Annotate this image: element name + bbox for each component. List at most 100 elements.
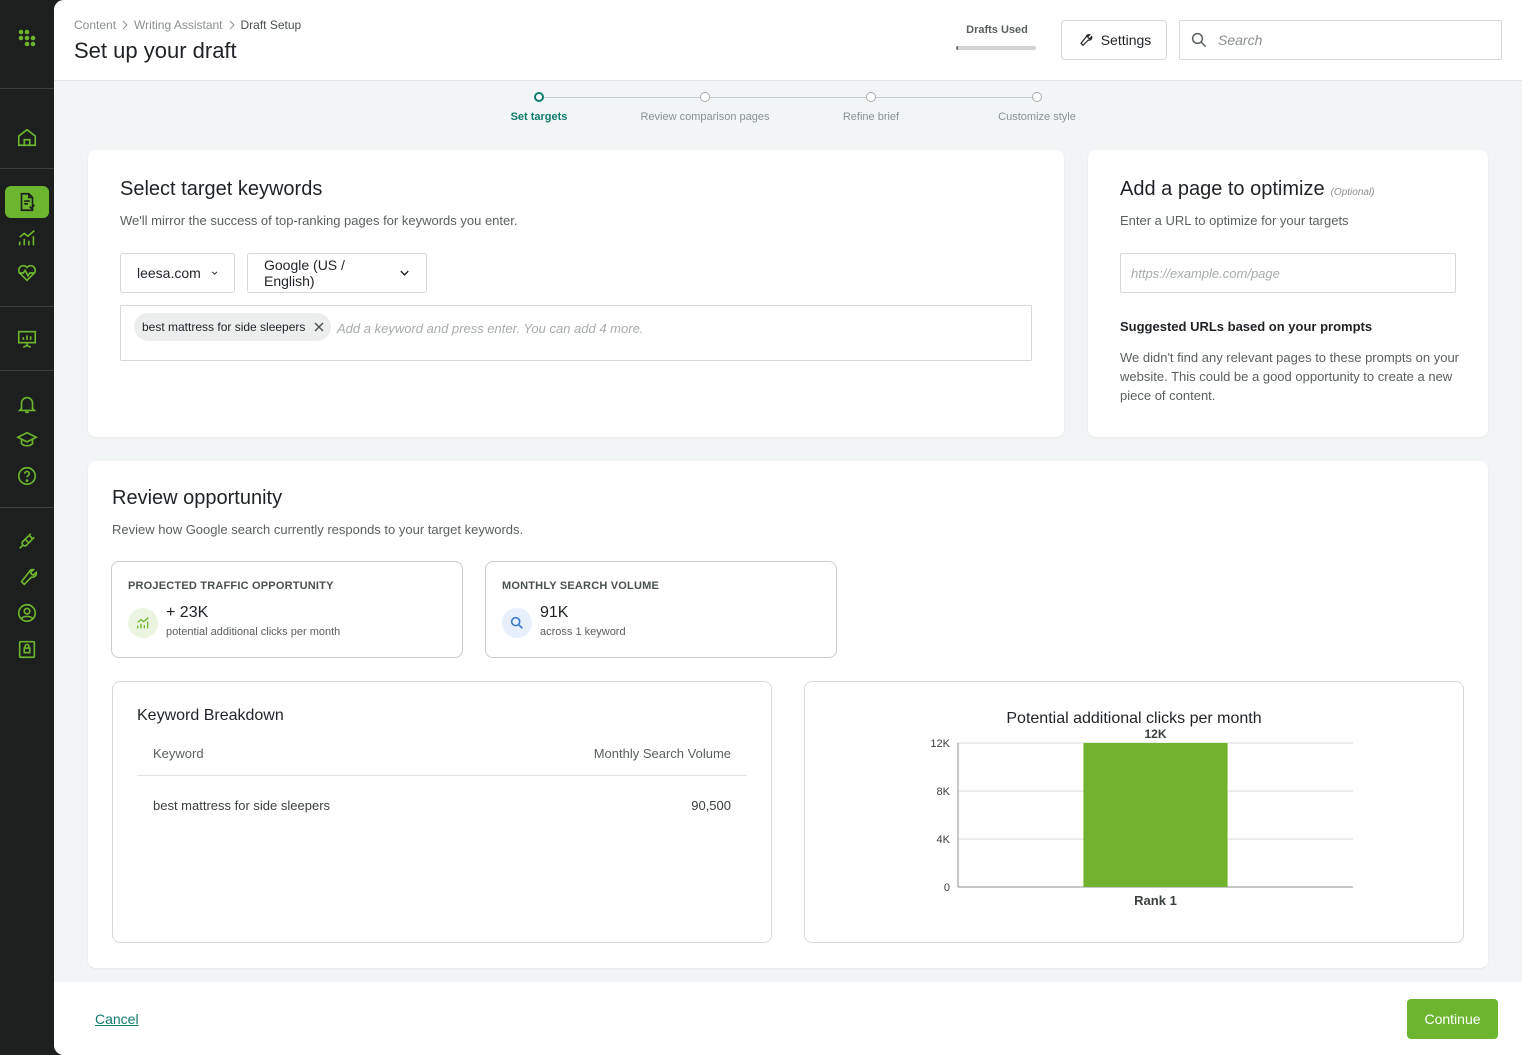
y-tick-label: 0 <box>944 882 950 894</box>
search-input[interactable] <box>1218 32 1488 48</box>
breadcrumb-item-draft-setup: Draft Setup <box>240 18 302 32</box>
wrench-icon <box>20 568 38 586</box>
sidebar-item-security[interactable] <box>5 633 49 665</box>
suggested-urls-title: Suggested URLs based on your prompts <box>1120 319 1373 334</box>
chevron-down-icon <box>400 270 409 276</box>
keyword-input-placeholder[interactable]: Add a keyword and press enter. You can a… <box>337 321 643 336</box>
search-volume-metric: MONTHLY SEARCH VOLUME 91K across 1 keywo… <box>485 561 837 658</box>
step-set-targets[interactable]: Set targets <box>459 92 619 123</box>
optional-label: (Optional) <box>1330 187 1375 198</box>
traffic-chart-icon <box>137 617 149 629</box>
graduation-cap-icon <box>16 431 38 447</box>
y-tick-label: 12K <box>930 738 950 750</box>
clicks-bar-chart: Potential additional clicks per month 0 4… <box>930 710 1353 908</box>
settings-button[interactable]: Settings <box>1061 20 1167 60</box>
search-box[interactable] <box>1179 20 1502 60</box>
page-header: Content Writing Assistant Draft Setup Se… <box>54 0 1522 81</box>
row-volume: 90,500 <box>691 798 731 813</box>
sidebar-item-integrations[interactable] <box>5 525 49 557</box>
chart-bar[interactable] <box>1083 743 1228 887</box>
step-label: Review comparison pages <box>640 111 770 123</box>
search-icon <box>510 616 523 629</box>
wrench-icon <box>1079 33 1093 47</box>
url-input[interactable] <box>1120 253 1456 293</box>
drafts-used-meter: Drafts Used <box>956 24 1038 50</box>
heart-pulse-icon <box>17 264 37 282</box>
review-opportunity-card: Review opportunity Review how Google sea… <box>88 461 1488 968</box>
sidebar-item-academy[interactable] <box>5 424 49 456</box>
drafts-used-bar <box>956 46 1036 50</box>
step-dot <box>866 92 876 102</box>
keyword-chip: best mattress for side sleepers <box>134 313 332 341</box>
step-customize-style[interactable]: Customize style <box>957 92 1117 123</box>
app-logo-icon[interactable] <box>17 28 37 48</box>
metric-label: MONTHLY SEARCH VOLUME <box>502 580 659 592</box>
page-footer: Cancel Continue <box>54 982 1522 1055</box>
continue-button[interactable]: Continue <box>1407 999 1498 1039</box>
presentation-chart-icon <box>17 330 37 348</box>
user-circle-icon <box>17 603 37 623</box>
optimize-card-heading: Add a page to optimize (Optional) <box>1120 178 1375 201</box>
metric-icon-wrap <box>128 608 158 638</box>
domain-value: leesa.com <box>137 265 201 281</box>
chevron-right-icon <box>122 20 128 30</box>
drafts-used-label: Drafts Used <box>966 24 1028 36</box>
row-keyword: best mattress for side sleepers <box>153 798 331 813</box>
keyword-chip-label: best mattress for side sleepers <box>142 320 306 334</box>
sidebar-item-reports[interactable] <box>5 323 49 355</box>
bar-trend-icon <box>18 230 35 246</box>
breadcrumb-item-content[interactable]: Content <box>74 18 116 32</box>
step-dot <box>1032 92 1042 102</box>
sidebar-item-account[interactable] <box>5 597 49 629</box>
keyword-input-box[interactable]: best mattress for side sleepers Add a ke… <box>120 305 1032 361</box>
step-dot <box>534 92 544 102</box>
main-panel: Content Writing Assistant Draft Setup Se… <box>54 0 1522 1055</box>
column-header-keyword[interactable]: Keyword <box>153 746 204 761</box>
sidebar-item-tools[interactable] <box>5 561 49 593</box>
bar-data-label: 12K <box>1144 727 1166 741</box>
traffic-opportunity-metric: PROJECTED TRAFFIC OPPORTUNITY + 23K pote… <box>111 561 463 658</box>
page-title: Set up your draft <box>74 38 237 63</box>
lock-icon <box>18 640 36 659</box>
page-optimize-card: Add a page to optimize (Optional) Enter … <box>1088 150 1488 437</box>
cancel-button[interactable]: Cancel <box>95 1011 139 1027</box>
sidebar-item-content[interactable] <box>5 186 49 218</box>
chart-title: Potential additional clicks per month <box>1006 710 1261 727</box>
search-engine-dropdown[interactable]: Google (US / English) <box>247 253 427 293</box>
help-circle-icon <box>17 466 37 486</box>
sidebar-item-notifications[interactable] <box>5 388 49 420</box>
document-edit-icon <box>20 192 35 212</box>
metric-description: across 1 keyword <box>540 626 626 638</box>
keywords-card-title: Select target keywords <box>120 178 323 200</box>
sidebar-item-health[interactable] <box>5 257 49 289</box>
search-engine-value: Google (US / English) <box>264 257 345 289</box>
optimize-card-subtitle: Enter a URL to optimize for your targets <box>1120 213 1349 228</box>
x-category-label: Rank 1 <box>1134 893 1177 908</box>
metric-label: PROJECTED TRAFFIC OPPORTUNITY <box>128 580 334 592</box>
breakdown-title: Keyword Breakdown <box>137 707 284 724</box>
breadcrumb: Content Writing Assistant Draft Setup <box>74 18 301 32</box>
breadcrumb-item-writing-assistant[interactable]: Writing Assistant <box>134 18 222 32</box>
step-review-comparison-pages[interactable]: Review comparison pages <box>625 92 785 123</box>
bell-icon <box>17 396 37 414</box>
step-label: Refine brief <box>842 111 900 123</box>
sidebar-divider <box>0 306 54 307</box>
target-keywords-card: Select target keywords We'll mirror the … <box>88 150 1064 437</box>
sidebar-item-home[interactable] <box>5 121 49 153</box>
optimize-card-title: Add a page to optimize <box>1120 178 1325 200</box>
metric-description: potential additional clicks per month <box>166 626 341 638</box>
sidebar-item-analytics[interactable] <box>5 222 49 254</box>
chevron-right-icon <box>229 20 235 30</box>
home-icon <box>17 128 37 147</box>
sidebar-item-help[interactable] <box>5 460 49 492</box>
close-icon[interactable] <box>313 321 325 333</box>
step-refine-brief[interactable]: Refine brief <box>791 92 951 123</box>
y-tick-label: 8K <box>937 786 951 798</box>
metric-icon-wrap <box>502 608 532 638</box>
domain-dropdown[interactable]: leesa.com <box>120 253 235 293</box>
column-header-search-volume[interactable]: Monthly Search Volume <box>594 746 731 761</box>
clicks-chart-card: Potential additional clicks per month 0 4… <box>804 681 1464 943</box>
step-label: Set targets <box>510 111 568 123</box>
drafts-used-fill <box>956 46 958 50</box>
y-tick-label: 4K <box>937 834 951 846</box>
